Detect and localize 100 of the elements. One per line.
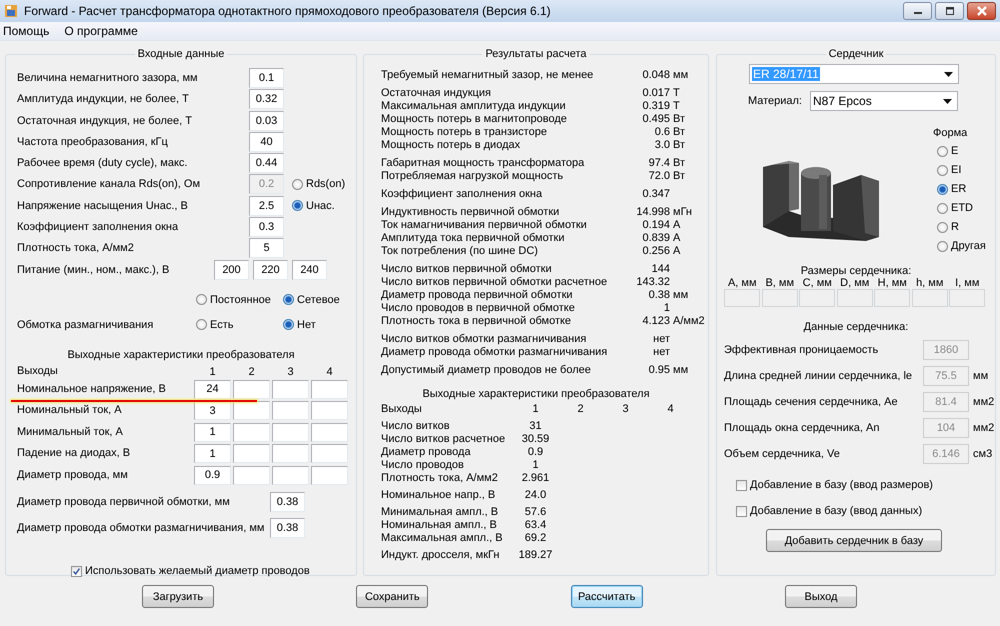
field-label: Питание (мин., ном., макс.), В bbox=[17, 264, 170, 276]
input-field[interactable] bbox=[311, 444, 348, 464]
checkbox[interactable]: Добавление в базу (ввод данных) bbox=[736, 503, 922, 519]
result-value: нет bbox=[652, 346, 671, 359]
checkbox[interactable]: Добавление в базу (ввод размеров) bbox=[736, 477, 933, 493]
input-field[interactable]: 0.9 bbox=[194, 466, 231, 485]
result-label: Остаточная индукция bbox=[381, 87, 492, 100]
maximize-button[interactable] bbox=[935, 2, 964, 20]
input-field[interactable] bbox=[233, 466, 270, 485]
material-dropdown[interactable]: N87 Epcos bbox=[810, 91, 958, 111]
column-header: h, мм bbox=[916, 277, 944, 289]
input-field[interactable] bbox=[233, 444, 270, 464]
column-header: B, мм bbox=[765, 277, 794, 289]
input-field[interactable] bbox=[311, 422, 348, 442]
input-field[interactable]: 3 bbox=[194, 401, 231, 420]
radio-button[interactable]: Другая bbox=[937, 240, 986, 253]
add-core-button[interactable]: Добавить сердечник в базу bbox=[766, 529, 942, 552]
input-field[interactable] bbox=[949, 289, 986, 307]
field-label: Диаметр провода первичной обмотки, мм bbox=[17, 496, 231, 508]
input-field[interactable]: 1 bbox=[194, 444, 231, 464]
radio-button[interactable]: Сетевое bbox=[283, 294, 345, 306]
minimize-button[interactable] bbox=[903, 2, 932, 20]
input-field[interactable] bbox=[912, 289, 948, 307]
input-field[interactable] bbox=[272, 422, 309, 442]
checkbox[interactable]: Использовать желаемый диаметр проводов bbox=[71, 565, 310, 578]
radio-button[interactable]: ETD bbox=[937, 202, 986, 215]
input-field[interactable] bbox=[799, 289, 836, 307]
action-button[interactable]: Рассчитать bbox=[570, 585, 643, 608]
radio-button[interactable]: Есть bbox=[196, 318, 283, 331]
result-label: Число витков bbox=[381, 420, 451, 433]
result-value: 0.6 bbox=[654, 126, 671, 139]
result-value: 2.961 bbox=[520, 472, 550, 485]
radio-button[interactable]: Нет bbox=[283, 318, 345, 331]
input-field[interactable]: 1 bbox=[194, 422, 231, 442]
unit-label: мм2 bbox=[973, 396, 994, 408]
result-label: Минимальная ампл., В bbox=[381, 506, 500, 519]
input-field[interactable] bbox=[233, 380, 270, 399]
input-field[interactable] bbox=[874, 289, 910, 307]
result-label: Плотность тока, А/мм2 bbox=[381, 472, 499, 485]
input-field[interactable] bbox=[272, 444, 309, 464]
input-field[interactable]: 0.44 bbox=[249, 153, 284, 174]
menu-item[interactable]: О программе bbox=[64, 24, 138, 38]
radio-button[interactable]: Uнас. bbox=[292, 200, 345, 212]
field-label: Объем сердечника, Ve bbox=[724, 448, 841, 460]
close-button[interactable] bbox=[967, 2, 996, 20]
field-label: Диаметр провода, мм bbox=[17, 468, 129, 482]
field-label: Величина немагнитного зазора, мм bbox=[17, 72, 199, 84]
result-unit: А/мм2 bbox=[673, 315, 705, 328]
radio-button[interactable]: EI bbox=[937, 164, 986, 177]
result-value: 0.048 bbox=[641, 69, 671, 82]
section-title: Данные сердечника: bbox=[802, 321, 910, 333]
action-button[interactable]: Выход bbox=[784, 585, 857, 608]
radio-button[interactable]: E bbox=[937, 144, 986, 158]
input-field[interactable]: 0.1 bbox=[249, 68, 284, 88]
result-unit: мм bbox=[673, 289, 690, 302]
input-field[interactable]: 5 bbox=[249, 238, 284, 258]
result-unit: Вт bbox=[673, 113, 686, 126]
field-label: Остаточная индукция, не более, Т bbox=[17, 114, 193, 127]
result-value: 0.95 bbox=[648, 364, 671, 377]
menu-item[interactable]: Помощь bbox=[3, 24, 50, 38]
column-header: H, мм bbox=[878, 277, 907, 289]
input-field[interactable]: 2.5 bbox=[249, 196, 284, 216]
input-field[interactable]: 0.38 bbox=[270, 518, 305, 538]
result-value: 72.0 bbox=[648, 170, 671, 183]
radio-button[interactable]: R bbox=[937, 220, 986, 234]
input-field[interactable]: 0.03 bbox=[249, 110, 284, 131]
result-value: 3.0 bbox=[654, 139, 671, 152]
input-field[interactable]: 240 bbox=[292, 260, 327, 280]
column-header: Выходы bbox=[381, 403, 423, 416]
action-button[interactable]: Загрузить bbox=[142, 585, 214, 608]
input-field[interactable] bbox=[311, 466, 348, 485]
unit-label: мм bbox=[973, 370, 988, 382]
input-field[interactable] bbox=[311, 401, 348, 420]
input-field[interactable] bbox=[272, 466, 309, 485]
input-field[interactable] bbox=[272, 401, 309, 420]
maximize-icon bbox=[944, 7, 954, 15]
result-value: 30.59 bbox=[520, 433, 550, 446]
input-field[interactable]: 0.3 bbox=[249, 217, 284, 238]
input-field[interactable] bbox=[233, 422, 270, 442]
input-field[interactable] bbox=[836, 289, 873, 307]
column-header: 4 bbox=[325, 366, 334, 378]
input-field[interactable]: 24 bbox=[194, 380, 231, 399]
radio-button[interactable]: Постоянное bbox=[196, 294, 283, 306]
input-field[interactable]: 0.38 bbox=[270, 492, 305, 512]
field-label: Плотность тока, А/мм2 bbox=[17, 242, 135, 254]
input-field[interactable]: 220 bbox=[253, 260, 288, 280]
caret-icon bbox=[944, 72, 953, 76]
input-field[interactable] bbox=[762, 289, 798, 307]
input-field[interactable] bbox=[233, 401, 270, 420]
result-unit: мм bbox=[673, 364, 690, 377]
input-field[interactable] bbox=[724, 289, 760, 307]
input-field[interactable]: 0.32 bbox=[249, 89, 284, 110]
action-button[interactable]: Сохранить bbox=[356, 585, 428, 608]
input-field[interactable] bbox=[311, 380, 348, 399]
input-field[interactable] bbox=[272, 380, 309, 399]
radio-button[interactable]: ER bbox=[937, 182, 986, 196]
field-label: Обмотка размагничивания bbox=[17, 318, 154, 331]
input-field[interactable]: 200 bbox=[214, 260, 249, 280]
section-title: Выходные характеристики преобразователя bbox=[421, 388, 651, 400]
input-field[interactable]: 40 bbox=[249, 132, 284, 152]
